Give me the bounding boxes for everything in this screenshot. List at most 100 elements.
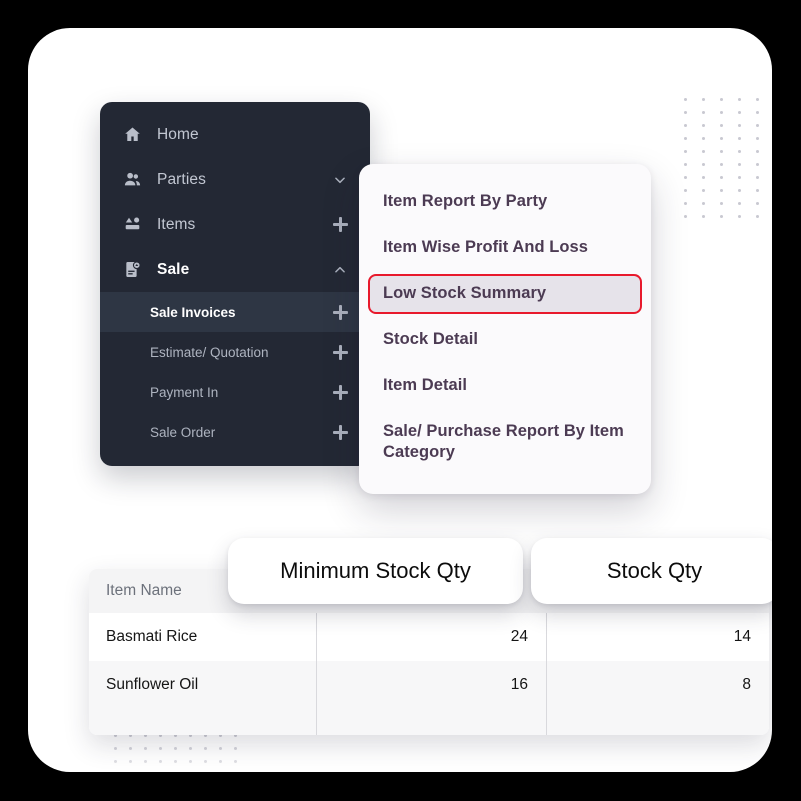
dot <box>738 176 741 179</box>
dot <box>684 163 687 166</box>
dot <box>174 747 177 750</box>
column-header-pill-label: Stock Qty <box>606 558 703 583</box>
dot <box>189 760 192 763</box>
document-icon <box>121 259 143 281</box>
dot <box>756 98 759 101</box>
table-filler-row <box>89 709 769 735</box>
cell-filler <box>316 709 546 735</box>
dot-row <box>684 215 772 218</box>
dot <box>702 215 705 218</box>
sidebar-item-home[interactable]: Home <box>100 112 370 157</box>
dot-row <box>684 111 772 114</box>
app-card: Home Parties Items Sale Sale Invoices Es… <box>28 28 772 772</box>
plus-icon[interactable] <box>330 342 350 362</box>
dot <box>684 202 687 205</box>
dot <box>234 760 237 763</box>
dot <box>114 747 117 750</box>
dot <box>174 760 177 763</box>
cell-minimum-stock-qty: 24 <box>316 613 546 661</box>
dot <box>738 189 741 192</box>
dot <box>159 747 162 750</box>
dot <box>720 137 723 140</box>
sidebar-navigation: Home Parties Items Sale Sale Invoices Es… <box>100 102 370 466</box>
menu-item-sale-purchase-report-by-item-category[interactable]: Sale/ Purchase Report By Item Category <box>368 412 642 472</box>
dot <box>684 215 687 218</box>
dot <box>234 747 237 750</box>
chevron-up-icon[interactable] <box>330 260 350 280</box>
reports-dropdown-menu: Item Report By Party Item Wise Profit An… <box>359 164 651 495</box>
sidebar-subitem-sale-invoices[interactable]: Sale Invoices <box>100 292 370 332</box>
dot <box>144 747 147 750</box>
dot <box>684 98 687 101</box>
dot-row <box>684 124 772 127</box>
dot <box>738 137 741 140</box>
dot <box>756 163 759 166</box>
dot <box>684 111 687 114</box>
cell-filler <box>546 709 769 735</box>
dot <box>756 202 759 205</box>
sidebar-item-parties[interactable]: Parties <box>100 157 370 202</box>
sidebar-subitem-payment-in[interactable]: Payment In <box>100 372 370 412</box>
menu-item-low-stock-summary[interactable]: Low Stock Summary <box>368 274 642 314</box>
dot <box>720 98 723 101</box>
items-icon <box>121 214 143 236</box>
dot-row <box>684 98 772 101</box>
menu-item-item-report-by-party[interactable]: Item Report By Party <box>368 182 642 222</box>
cell-stock-qty: 14 <box>546 613 769 661</box>
dot <box>702 124 705 127</box>
dot <box>720 215 723 218</box>
dot <box>720 124 723 127</box>
sidebar-item-items[interactable]: Items <box>100 202 370 247</box>
dot <box>756 124 759 127</box>
menu-item-item-detail[interactable]: Item Detail <box>368 366 642 406</box>
plus-icon[interactable] <box>330 215 350 235</box>
cell-stock-qty: 8 <box>546 661 769 709</box>
dot <box>720 176 723 179</box>
sidebar-affix-none <box>330 125 350 145</box>
dot <box>720 111 723 114</box>
dot-row <box>684 137 772 140</box>
dot <box>219 747 222 750</box>
table-row[interactable]: Basmati Rice 24 14 <box>89 613 769 661</box>
sidebar-item-sale[interactable]: Sale <box>100 247 370 292</box>
dot <box>114 760 117 763</box>
sidebar-item-label: Items <box>157 215 196 233</box>
people-icon <box>121 169 143 191</box>
dot <box>129 747 132 750</box>
dot <box>702 137 705 140</box>
dot-row <box>114 747 249 750</box>
plus-icon[interactable] <box>330 422 350 442</box>
dot <box>720 150 723 153</box>
dot <box>756 111 759 114</box>
dot <box>702 150 705 153</box>
home-icon <box>121 124 143 146</box>
dot <box>720 163 723 166</box>
dot <box>738 98 741 101</box>
dot <box>720 189 723 192</box>
dot <box>129 760 132 763</box>
dot <box>684 150 687 153</box>
chevron-down-icon[interactable] <box>330 170 350 190</box>
column-header-pill-stock-qty[interactable]: Stock Qty <box>531 538 772 604</box>
dot-row <box>684 176 772 179</box>
sidebar-subitem-sale-order[interactable]: Sale Order <box>100 412 370 452</box>
dot <box>702 176 705 179</box>
sidebar-subitem-estimate-quotation[interactable]: Estimate/ Quotation <box>100 332 370 372</box>
dot <box>204 747 207 750</box>
cell-item-name: Basmati Rice <box>106 628 198 645</box>
plus-icon[interactable] <box>330 302 350 322</box>
sidebar-subitem-label: Payment In <box>150 384 219 400</box>
menu-item-stock-detail[interactable]: Stock Detail <box>368 320 642 360</box>
menu-item-item-wise-profit-and-loss[interactable]: Item Wise Profit And Loss <box>368 228 642 268</box>
column-header-pill-minimum-stock-qty[interactable]: Minimum Stock Qty <box>228 538 523 604</box>
dot <box>738 163 741 166</box>
dot-row <box>684 163 772 166</box>
dot-row <box>114 760 249 763</box>
screenshot-root: Home Parties Items Sale Sale Invoices Es… <box>0 0 801 801</box>
dot <box>702 189 705 192</box>
plus-icon[interactable] <box>330 382 350 402</box>
table-row[interactable]: Sunflower Oil 16 8 <box>89 661 769 709</box>
dot <box>219 760 222 763</box>
dot <box>204 760 207 763</box>
sidebar-item-label: Sale <box>157 260 190 278</box>
